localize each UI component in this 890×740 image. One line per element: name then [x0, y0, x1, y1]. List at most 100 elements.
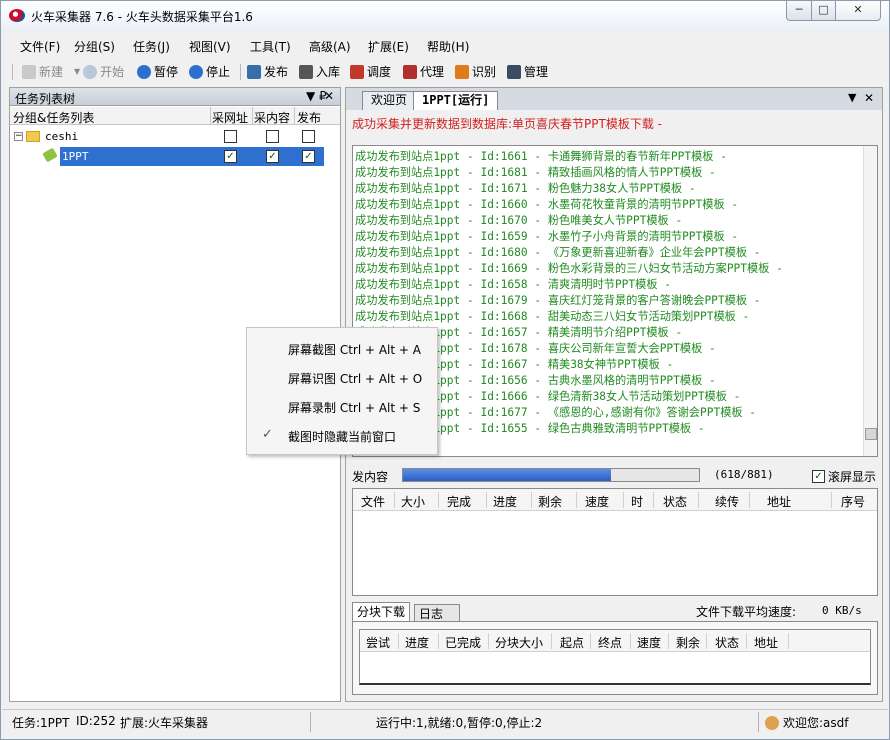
stop-icon	[189, 65, 203, 79]
menu-screen-ocr[interactable]: 屏幕识图 Ctrl + Alt + O	[288, 370, 422, 387]
col-attempt[interactable]: 尝试	[366, 634, 390, 651]
minimize-button[interactable]: ─	[786, 1, 812, 21]
block-table: 尝试 进度 已完成 分块大小 起点 终点 速度 剩余 状态 地址	[359, 629, 871, 685]
maximize-button[interactable]: □	[811, 1, 836, 21]
menu-help[interactable]: 帮助(H)	[427, 38, 469, 55]
menu-group[interactable]: 分组(S)	[74, 38, 115, 55]
col-remaining[interactable]: 剩余	[538, 493, 562, 510]
log-line: 成功发布到站点1ppt - Id:1669 - 粉色水彩背景的三八妇女节活动方案…	[355, 262, 783, 275]
col-start-point[interactable]: 起点	[560, 634, 584, 651]
tab-welcome[interactable]: 欢迎页	[362, 91, 417, 110]
col-size[interactable]: 大小	[401, 493, 425, 510]
task-publish-checkbox[interactable]: ✓	[302, 150, 315, 163]
group-publish-checkbox[interactable]	[302, 130, 315, 143]
col-index[interactable]: 序号	[841, 493, 865, 510]
auto-scroll-checkbox[interactable]: ✓	[812, 470, 825, 483]
proxy-button[interactable]: 代理	[403, 63, 444, 81]
progress-bar	[402, 468, 700, 482]
import-button[interactable]: 入库	[299, 63, 340, 81]
col-collect-content[interactable]: 采内容	[254, 109, 290, 126]
status-counts: 运行中:1,就绪:0,暂停:0,停止:2	[376, 716, 543, 730]
col-file[interactable]: 文件	[361, 493, 385, 510]
collapse-toggle-icon[interactable]: −	[14, 132, 23, 141]
col-block-status[interactable]: 状态	[715, 634, 739, 651]
tree-group-row[interactable]: − ceshi	[10, 128, 340, 148]
window-title: 火车采集器 7.6 - 火车头数据采集平台1.6	[31, 10, 253, 24]
menu-screen-capture[interactable]: 屏幕截图 Ctrl + Alt + A	[288, 341, 421, 358]
group-content-checkbox[interactable]	[266, 130, 279, 143]
monitor-manage-icon	[507, 65, 521, 79]
menu-screen-record[interactable]: 屏幕录制 Ctrl + Alt + S	[288, 399, 420, 416]
screenshot-context-menu: 屏幕截图 Ctrl + Alt + A 屏幕识图 Ctrl + Alt + O …	[246, 327, 438, 455]
col-progress[interactable]: 进度	[493, 493, 517, 510]
col-block-remaining[interactable]: 剩余	[676, 634, 700, 651]
task-name: 1PPT	[62, 150, 89, 163]
checkmark-icon: ✓	[262, 427, 273, 442]
col-divider	[668, 633, 669, 649]
col-speed[interactable]: 速度	[585, 493, 609, 510]
menu-bar: 文件(F) 分组(S) 任务(J) 视图(V) 工具(T) 高级(A) 扩展(E…	[2, 34, 888, 58]
col-divider	[590, 633, 591, 649]
task-tree-columns: 分组&任务列表 采网址 采内容 发布	[10, 107, 340, 125]
col-block-address[interactable]: 地址	[754, 634, 778, 651]
col-publish[interactable]: 发布	[297, 109, 321, 126]
tab-log[interactable]: 日志	[414, 604, 460, 622]
start-button[interactable]: ▼ 开始	[74, 63, 124, 81]
menu-task[interactable]: 任务(J)	[133, 38, 170, 55]
pause-icon	[137, 65, 151, 79]
menu-extensions[interactable]: 扩展(E)	[368, 38, 409, 55]
log-line: 成功发布到站点1ppt - Id:1668 - 甜美动态三八妇女节活动策划PPT…	[355, 310, 750, 323]
col-divider	[831, 492, 832, 508]
tab-close-icon[interactable]: ✕	[864, 91, 874, 105]
menu-tools[interactable]: 工具(T)	[250, 38, 291, 55]
col-divider	[551, 633, 552, 649]
pause-button[interactable]: 暂停	[137, 63, 178, 81]
log-line: 成功发布到站点1ppt - Id:1660 - 水墨荷花牧童背景的清明节PPT模…	[355, 198, 739, 211]
col-divider	[488, 633, 489, 649]
menu-view[interactable]: 视图(V)	[189, 38, 231, 55]
recognize-button[interactable]: 识别	[455, 63, 496, 81]
log-line: 成功发布到站点1ppt - Id:1681 - 精致插画风格的情人节PPT模板 …	[355, 166, 716, 179]
tab-task-running[interactable]: 1PPT[运行]	[413, 91, 499, 110]
task-panel-header: 任务列表树 ▼ ₽ ✕	[10, 88, 340, 106]
col-resume[interactable]: 续传	[715, 493, 739, 510]
toolbar-separator	[240, 64, 241, 80]
col-divider	[576, 492, 577, 508]
col-time[interactable]: 时	[631, 493, 643, 510]
block-download-pane: 尝试 进度 已完成 分块大小 起点 终点 速度 剩余 状态 地址	[352, 621, 878, 695]
col-status[interactable]: 状态	[663, 493, 687, 510]
group-url-checkbox[interactable]	[224, 130, 237, 143]
tab-list-dropdown-icon[interactable]: ▼	[848, 91, 856, 104]
col-complete[interactable]: 完成	[447, 493, 471, 510]
col-collect-url[interactable]: 采网址	[212, 109, 248, 126]
title-bar[interactable]: 火车采集器 7.6 - 火车头数据采集平台1.6 ─ □ ✕	[1, 1, 889, 31]
new-button[interactable]: 新建	[22, 63, 63, 81]
log-line: 成功发布到站点1ppt - Id:1671 - 粉色魅力38女人节PPT模板 -	[355, 182, 696, 195]
panel-close-icon[interactable]: ✕	[324, 89, 334, 103]
col-address[interactable]: 地址	[767, 493, 791, 510]
stop-button[interactable]: 停止	[189, 63, 230, 81]
col-completed[interactable]: 已完成	[445, 634, 481, 651]
tree-task-row[interactable]: 1PPT ✓ ✓ ✓	[10, 147, 340, 167]
col-task-name[interactable]: 分组&任务列表	[13, 109, 94, 126]
schedule-button[interactable]: 调度	[350, 63, 391, 81]
menu-file[interactable]: 文件(F)	[20, 38, 60, 55]
log-line: 成功发布到站点1ppt - Id:1659 - 水墨竹子小舟背景的清明节PPT模…	[355, 230, 739, 243]
auto-scroll-label[interactable]: 滚屏显示	[828, 468, 876, 485]
col-block-size[interactable]: 分块大小	[495, 634, 543, 651]
log-scroll-thumb[interactable]	[865, 428, 877, 440]
log-scrollbar[interactable]	[863, 146, 877, 456]
menu-hide-window-toggle[interactable]: 截图时隐藏当前窗口	[288, 428, 396, 445]
publish-button[interactable]: 发布	[247, 63, 288, 81]
col-block-speed[interactable]: 速度	[637, 634, 661, 651]
close-window-button[interactable]: ✕	[835, 1, 881, 21]
task-content-checkbox[interactable]: ✓	[266, 150, 279, 163]
menu-advanced[interactable]: 高级(A)	[309, 38, 351, 55]
manage-button[interactable]: 管理	[507, 63, 548, 81]
col-block-progress[interactable]: 进度	[405, 634, 429, 651]
col-end-point[interactable]: 终点	[598, 634, 622, 651]
toolbar-grip	[12, 64, 13, 80]
task-url-checkbox[interactable]: ✓	[224, 150, 237, 163]
tab-block-download[interactable]: 分块下载	[352, 602, 411, 622]
col-divider	[531, 492, 532, 508]
